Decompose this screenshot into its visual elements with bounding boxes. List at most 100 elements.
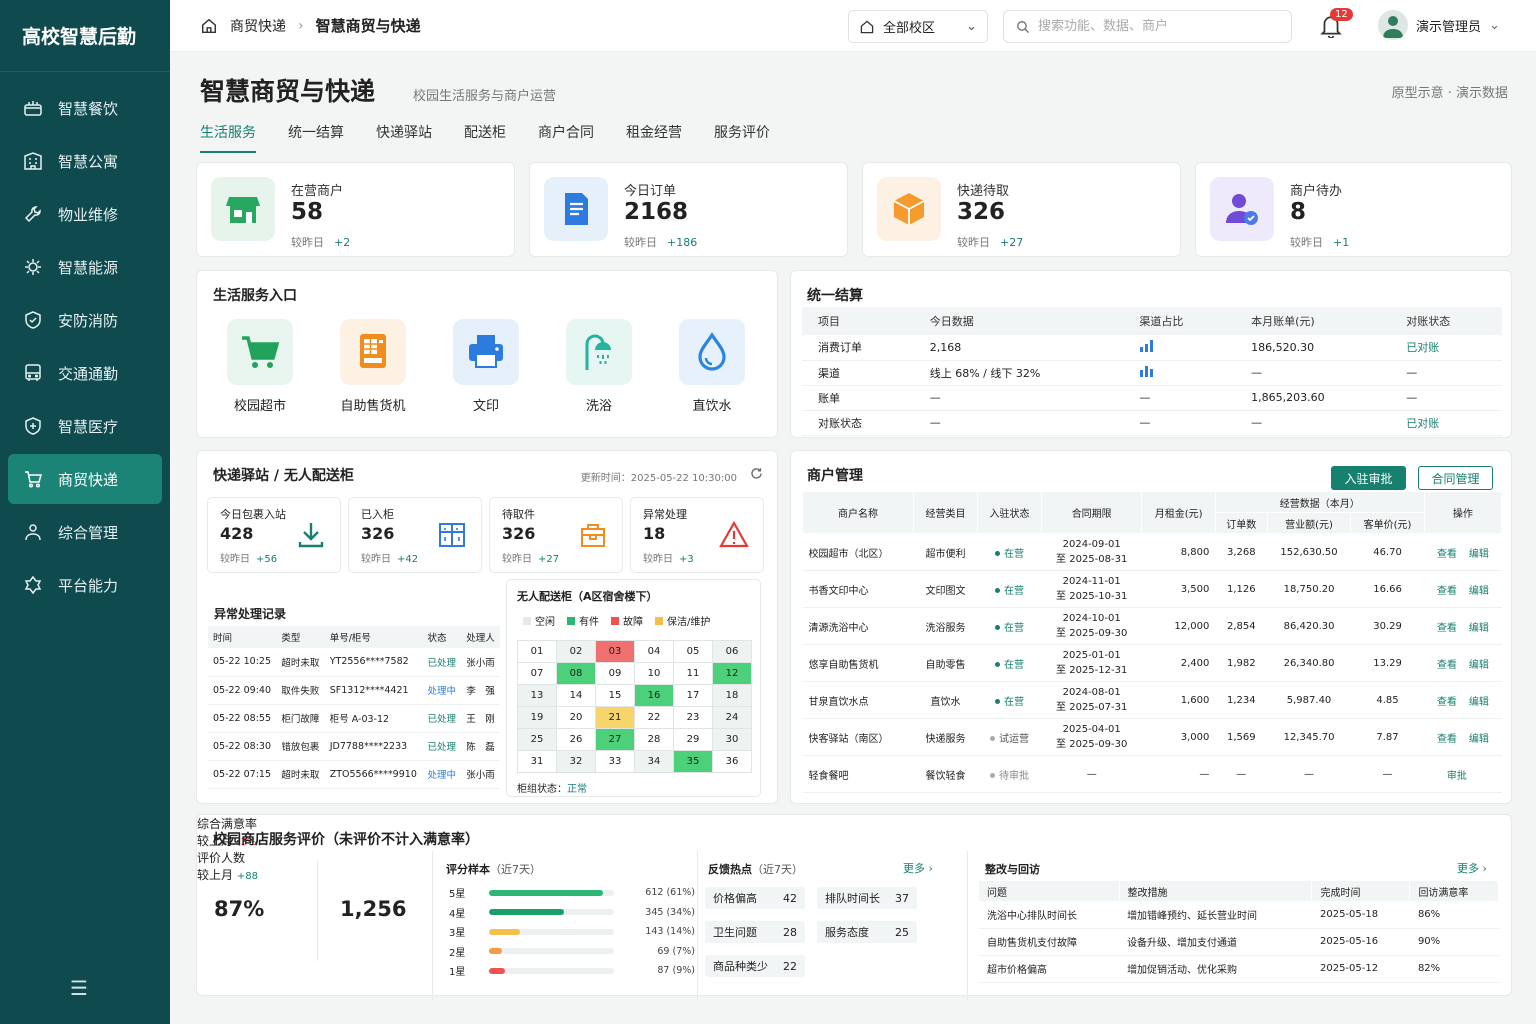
table-row[interactable]: 悠享自助售货机 自助零售 在营 2025-01-01 至 2025-12-31 2,400…: [802, 644, 1502, 682]
tab-rent[interactable]: 租金经营: [626, 122, 682, 153]
view-link[interactable]: 查看: [1437, 734, 1457, 745]
hotspot-more-link[interactable]: 更多 ›: [903, 860, 933, 876]
locker-cell[interactable]: 22: [635, 707, 673, 728]
locker-cell[interactable]: 26: [557, 729, 595, 750]
locker-cell[interactable]: 27: [596, 729, 634, 750]
service-water[interactable]: 直饮水: [662, 319, 762, 414]
service-print[interactable]: 文印: [436, 319, 536, 414]
tab-locker[interactable]: 配送柜: [464, 122, 506, 153]
menu-collapse-icon[interactable]: ☰: [70, 976, 88, 1000]
view-link[interactable]: 查看: [1437, 623, 1457, 634]
locker-cell[interactable]: 15: [596, 685, 634, 706]
locker-cell[interactable]: 01: [518, 641, 556, 662]
view-link[interactable]: 查看: [1437, 660, 1457, 671]
locker-cell[interactable]: 35: [674, 751, 712, 772]
campus-select[interactable]: 全部校区 ⌄: [848, 10, 988, 43]
refresh-icon[interactable]: [750, 467, 763, 483]
approve-button[interactable]: 入驻审批: [1331, 466, 1406, 490]
sidebar-item-traffic[interactable]: 交通通勤: [8, 348, 162, 398]
edit-link[interactable]: 编辑: [1469, 586, 1489, 597]
tab-contract[interactable]: 商户合同: [538, 122, 594, 153]
table-row[interactable]: 快客驿站（南区） 快递服务 试运营 2025-04-01 至 2025-09-30 3,0…: [802, 718, 1502, 756]
locker-cell[interactable]: 25: [518, 729, 556, 750]
sidebar-item-commerce[interactable]: 商贸快递: [8, 454, 162, 504]
search-box[interactable]: [1003, 10, 1292, 43]
locker-cell[interactable]: 06: [713, 641, 751, 662]
locker-cell[interactable]: 16: [635, 685, 673, 706]
view-link[interactable]: 查看: [1437, 586, 1457, 597]
locker-cell[interactable]: 14: [557, 685, 595, 706]
table-row[interactable]: 书香文印中心 文印图文 在营 2024-11-01 至 2025-10-31 3,500 1…: [802, 570, 1502, 608]
locker-cell[interactable]: 04: [635, 641, 673, 662]
view-link[interactable]: 查看: [1437, 697, 1457, 708]
locker-cell[interactable]: 19: [518, 707, 556, 728]
locker-cell[interactable]: 31: [518, 751, 556, 772]
table-row[interactable]: 05-22 08:30 错放包裹 JD7788****2233 已处理陈 磊: [208, 732, 500, 761]
sidebar-item-security[interactable]: 安防消防: [8, 295, 162, 345]
view-link[interactable]: 审批: [1447, 771, 1467, 782]
edit-link[interactable]: 编辑: [1469, 549, 1489, 560]
locker-cell[interactable]: 30: [713, 729, 751, 750]
locker-cell[interactable]: 02: [557, 641, 595, 662]
sidebar-item-repair[interactable]: 物业维修: [8, 189, 162, 239]
tab-settlement[interactable]: 统一结算: [288, 122, 344, 153]
locker-cell[interactable]: 29: [674, 729, 712, 750]
hotspot-chip[interactable]: 排队时间长 37: [817, 887, 917, 909]
tab-life-service[interactable]: 生活服务: [200, 122, 256, 153]
locker-cell[interactable]: 10: [635, 663, 673, 684]
breadcrumb-parent[interactable]: 商贸快递: [230, 16, 286, 36]
table-row[interactable]: 05-22 07:15 超时未取 ZTO5566****9910 处理中 张小雨: [208, 760, 500, 789]
locker-cell[interactable]: 28: [635, 729, 673, 750]
locker-cell[interactable]: 36: [713, 751, 751, 772]
locker-cell[interactable]: 33: [596, 751, 634, 772]
edit-link[interactable]: 编辑: [1469, 734, 1489, 745]
locker-cell[interactable]: 13: [518, 685, 556, 706]
locker-cell[interactable]: 24: [713, 707, 751, 728]
table-row[interactable]: 05-22 09:40 取件失败 SF1312****4421 处理中李 强: [208, 676, 500, 705]
table-row[interactable]: 甘泉直饮水点 直饮水 在营 2024-08-01 至 2025-07-31 1,600 1,…: [802, 681, 1502, 719]
hotspot-chip[interactable]: 卫生问题 28: [705, 921, 805, 943]
locker-cell[interactable]: 08: [557, 663, 595, 684]
hotspot-chip[interactable]: 商品种类少 22: [705, 955, 805, 977]
edit-link[interactable]: 编辑: [1469, 660, 1489, 671]
table-row[interactable]: 校园超市（北区） 超市便利 在营 2024-09-01 至 2025-08-31 8,80…: [802, 533, 1502, 571]
table-row[interactable]: 轻食餐吧 餐饮轻食 待审批 — — — — — 审批: [802, 755, 1502, 793]
tab-review[interactable]: 服务评价: [714, 122, 770, 153]
locker-cell[interactable]: 07: [518, 663, 556, 684]
search-input[interactable]: [1038, 19, 1268, 34]
view-link[interactable]: 查看: [1437, 549, 1457, 560]
contract-button[interactable]: 合同管理: [1418, 466, 1493, 490]
fix-more-link[interactable]: 更多 ›: [1457, 860, 1487, 876]
service-shower[interactable]: 洗浴: [549, 319, 649, 414]
sidebar-item-management[interactable]: 综合管理: [8, 507, 162, 557]
locker-cell[interactable]: 09: [596, 663, 634, 684]
sidebar-item-energy[interactable]: 智慧能源: [8, 242, 162, 292]
sidebar-item-platform[interactable]: 平台能力: [8, 560, 162, 610]
edit-link[interactable]: 编辑: [1469, 697, 1489, 708]
locker-cell[interactable]: 12: [713, 663, 751, 684]
locker-cell[interactable]: 11: [674, 663, 712, 684]
locker-cell[interactable]: 20: [557, 707, 595, 728]
locker-cell[interactable]: 05: [674, 641, 712, 662]
tab-express[interactable]: 快递驿站: [376, 122, 432, 153]
hotspot-chip[interactable]: 服务态度 25: [817, 921, 917, 943]
hotspot-chip[interactable]: 价格偏高 42: [705, 887, 805, 909]
service-supermarket[interactable]: 校园超市: [210, 319, 310, 414]
sidebar-item-dining[interactable]: 智慧餐饮: [8, 83, 162, 133]
table-row[interactable]: 05-22 08:55 柜门故障 柜号 A-03-12 已处理王 刚: [208, 704, 500, 733]
locker-cell[interactable]: 17: [674, 685, 712, 706]
locker-cell[interactable]: 23: [674, 707, 712, 728]
table-row[interactable]: 05-22 10:25 超时未取 YT2556****7582 已处理 张小雨: [208, 648, 500, 677]
sidebar-item-medical[interactable]: 智慧医疗: [8, 401, 162, 451]
locker-cell[interactable]: 34: [635, 751, 673, 772]
home-icon[interactable]: [200, 17, 218, 35]
table-row[interactable]: 清源洗浴中心 洗浴服务 在营 2024-10-01 至 2025-09-30 12,000…: [802, 607, 1502, 645]
sidebar-item-apartment[interactable]: 智慧公寓: [8, 136, 162, 186]
locker-cell[interactable]: 32: [557, 751, 595, 772]
locker-cell[interactable]: 18: [713, 685, 751, 706]
user-menu[interactable]: 演示管理员 ⌄: [1378, 10, 1500, 40]
edit-link[interactable]: 编辑: [1469, 623, 1489, 634]
service-vending[interactable]: 自助售货机: [323, 319, 423, 414]
locker-cell[interactable]: 03: [596, 641, 634, 662]
locker-cell[interactable]: 21: [596, 707, 634, 728]
